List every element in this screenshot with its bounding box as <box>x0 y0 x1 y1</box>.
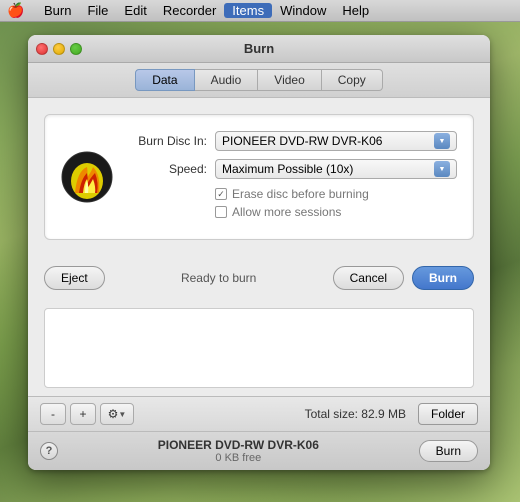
tab-bar: Data Audio Video Copy <box>28 63 490 98</box>
burn-disc-arrow <box>434 133 450 149</box>
traffic-lights <box>36 43 82 55</box>
maximize-button[interactable] <box>70 43 82 55</box>
menu-file[interactable]: File <box>79 3 116 18</box>
menu-burn[interactable]: Burn <box>36 3 79 18</box>
remove-item-button[interactable]: - <box>40 403 66 425</box>
speed-row: Speed: Maximum Possible (10x) <box>127 159 457 179</box>
burn-disc-row: Burn Disc In: PIONEER DVD-RW DVR-K06 <box>127 131 457 151</box>
sessions-label: Allow more sessions <box>232 205 341 219</box>
window-title: Burn <box>244 41 274 56</box>
tab-video[interactable]: Video <box>258 69 321 91</box>
burn-disc-label: Burn Disc In: <box>127 134 207 148</box>
status-bar: ? PIONEER DVD-RW DVR-K06 0 KB free Burn <box>28 431 490 470</box>
gear-icon: ⚙ <box>108 407 119 421</box>
menu-recorder[interactable]: Recorder <box>155 3 224 18</box>
bottom-toolbar: - + ⚙ ▼ Total size: 82.9 MB Folder <box>28 396 490 431</box>
minimize-button[interactable] <box>53 43 65 55</box>
status-burn-button[interactable]: Burn <box>419 440 478 462</box>
menubar: 🍎 Burn File Edit Recorder Items Window H… <box>0 0 520 22</box>
main-window: Burn Data Audio Video Copy <box>28 35 490 470</box>
empty-area <box>28 300 490 396</box>
menu-help[interactable]: Help <box>334 3 377 18</box>
sessions-checkbox[interactable] <box>215 206 227 218</box>
add-item-button[interactable]: + <box>70 403 96 425</box>
device-name: PIONEER DVD-RW DVR-K06 <box>68 438 409 452</box>
close-button[interactable] <box>36 43 48 55</box>
free-space: 0 KB free <box>68 452 409 464</box>
dialog-content: Burn Disc In: PIONEER DVD-RW DVR-K06 Spe… <box>28 98 490 256</box>
erase-checkbox[interactable] <box>215 188 227 200</box>
dialog-inner: Burn Disc In: PIONEER DVD-RW DVR-K06 Spe… <box>44 114 474 240</box>
status-info: PIONEER DVD-RW DVR-K06 0 KB free <box>68 438 409 464</box>
burn-row: Burn Disc In: PIONEER DVD-RW DVR-K06 Spe… <box>61 131 457 223</box>
gear-button[interactable]: ⚙ ▼ <box>100 403 134 425</box>
sessions-row: Allow more sessions <box>215 205 457 219</box>
erase-row: Erase disc before burning <box>215 187 457 201</box>
tab-copy[interactable]: Copy <box>322 69 383 91</box>
folder-button[interactable]: Folder <box>418 403 478 425</box>
file-list[interactable] <box>44 308 474 388</box>
speed-arrow <box>434 161 450 177</box>
erase-label: Erase disc before burning <box>232 187 369 201</box>
tab-data[interactable]: Data <box>135 69 194 91</box>
menu-edit[interactable]: Edit <box>116 3 154 18</box>
cancel-button[interactable]: Cancel <box>333 266 404 290</box>
burn-fields: Burn Disc In: PIONEER DVD-RW DVR-K06 Spe… <box>127 131 457 223</box>
burn-disc-select[interactable]: PIONEER DVD-RW DVR-K06 <box>215 131 457 151</box>
dialog-buttons: Eject Ready to burn Cancel Burn <box>28 256 490 300</box>
help-button[interactable]: ? <box>40 442 58 460</box>
menu-items[interactable]: Items <box>224 3 272 18</box>
speed-select[interactable]: Maximum Possible (10x) <box>215 159 457 179</box>
menu-window[interactable]: Window <box>272 3 334 18</box>
burn-icon <box>61 151 113 203</box>
tab-audio[interactable]: Audio <box>195 69 259 91</box>
burn-button[interactable]: Burn <box>412 266 474 290</box>
total-size-label: Total size: 82.9 MB <box>138 407 414 421</box>
eject-button[interactable]: Eject <box>44 266 105 290</box>
titlebar: Burn <box>28 35 490 63</box>
status-text: Ready to burn <box>113 271 325 285</box>
apple-menu[interactable]: 🍎 <box>8 3 24 19</box>
speed-label: Speed: <box>127 162 207 176</box>
